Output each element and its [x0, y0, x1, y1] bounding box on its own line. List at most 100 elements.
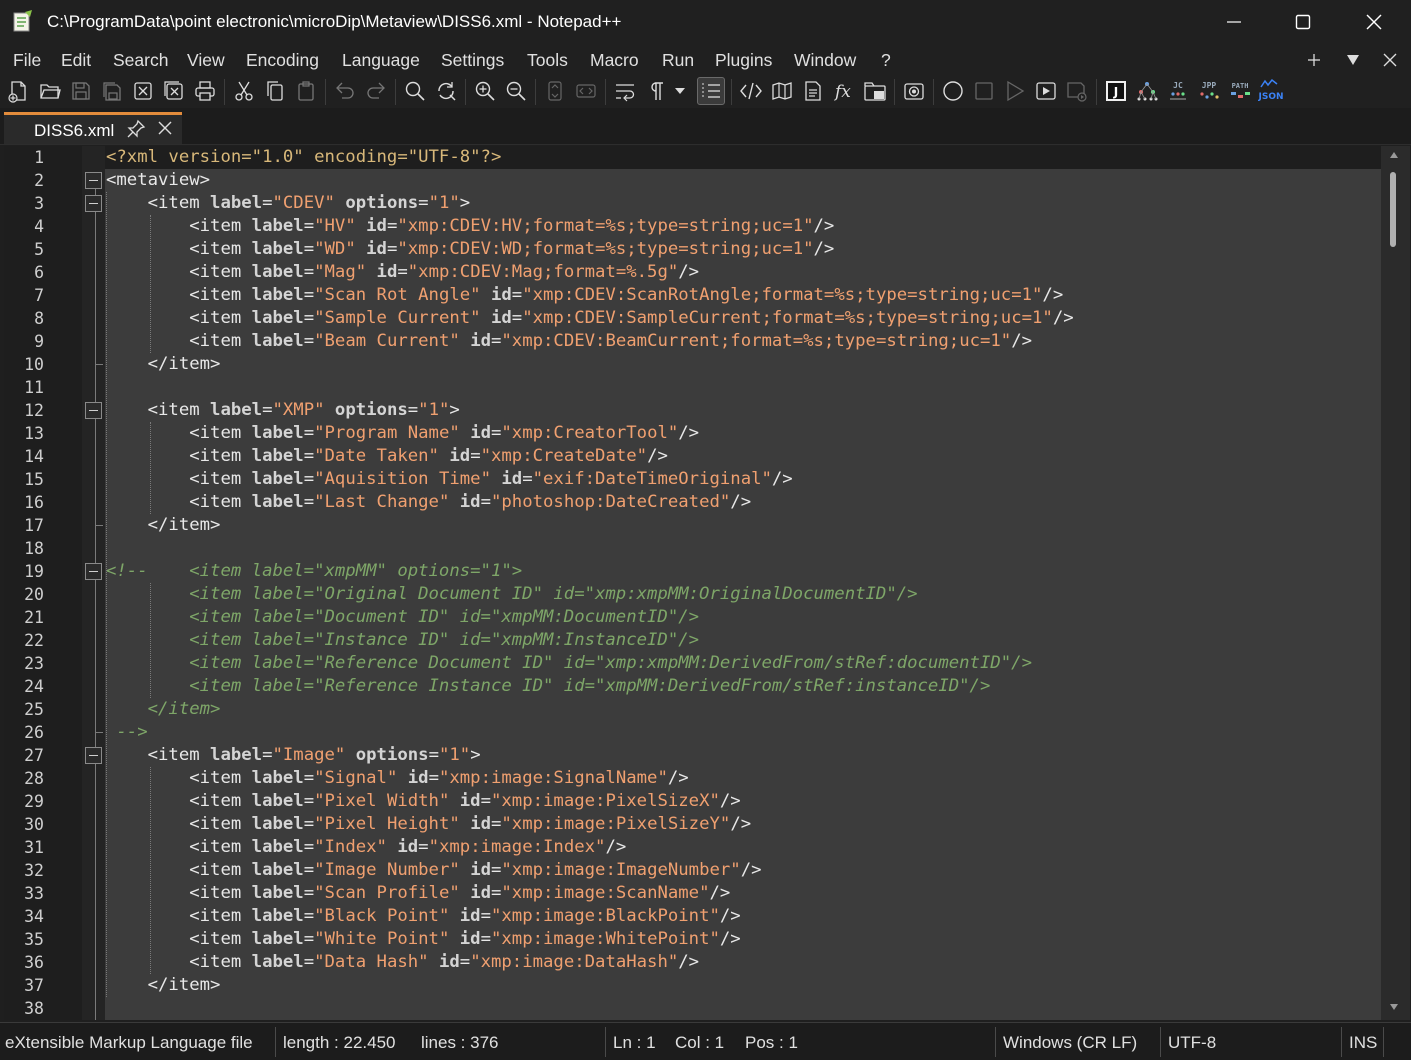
- run-macro-multiple-icon[interactable]: [1032, 77, 1060, 105]
- fold-toggle[interactable]: [85, 747, 102, 764]
- token-val: "xmp:CDEV:ScanRotAngle;format=%s;type=st…: [522, 285, 1043, 305]
- maximize-button[interactable]: [1268, 0, 1338, 44]
- undo-icon[interactable]: [331, 77, 359, 105]
- token-att: label: [251, 331, 304, 351]
- plus-icon[interactable]: [1302, 48, 1326, 72]
- find-icon[interactable]: [401, 77, 429, 105]
- close-window-button[interactable]: [1339, 0, 1409, 44]
- scroll-down-arrow-icon[interactable]: [1390, 1004, 1398, 1010]
- line-number: 11: [24, 378, 44, 397]
- indent-guide-icon[interactable]: [697, 77, 725, 105]
- menu-view[interactable]: View: [187, 50, 225, 71]
- tab-diss6-xml[interactable]: DISS6.xml: [4, 112, 182, 144]
- close-file-icon[interactable]: [129, 77, 157, 105]
- zoom-in-icon[interactable]: [471, 77, 499, 105]
- dropdown-icon[interactable]: [670, 77, 690, 105]
- function-list-icon[interactable]: fx: [830, 77, 858, 105]
- code-line: </item>: [105, 353, 1381, 376]
- copy-icon[interactable]: [261, 77, 289, 105]
- token-tag: [491, 469, 501, 489]
- menu-file[interactable]: File: [13, 50, 41, 71]
- play-macro-icon[interactable]: [1001, 77, 1029, 105]
- record-macro-icon[interactable]: [939, 77, 967, 105]
- replace-icon[interactable]: [432, 77, 460, 105]
- menu-edit[interactable]: Edit: [61, 50, 91, 71]
- token-tag: />: [730, 814, 752, 834]
- menu-help[interactable]: ?: [881, 50, 891, 71]
- token-tag: [449, 929, 459, 949]
- fold-end: [95, 525, 103, 526]
- save-all-icon[interactable]: [98, 77, 126, 105]
- status-eol[interactable]: Windows (CR LF): [1003, 1033, 1137, 1053]
- menu-plugins[interactable]: Plugins: [715, 50, 772, 71]
- path-plugin-icon[interactable]: PATH: [1226, 77, 1254, 105]
- cut-icon[interactable]: [230, 77, 258, 105]
- token-tag: <metaview>: [106, 170, 211, 190]
- xml-tag-icon[interactable]: [737, 77, 765, 105]
- plugin-tree-icon[interactable]: [1133, 77, 1161, 105]
- redo-icon[interactable]: [362, 77, 390, 105]
- jpp-plugin-icon[interactable]: JPP: [1195, 77, 1223, 105]
- fold-margin[interactable]: [82, 146, 105, 1020]
- json-plugin-icon[interactable]: JSON: [1257, 77, 1285, 105]
- zoom-out-icon[interactable]: [502, 77, 530, 105]
- document-map-icon[interactable]: [768, 77, 796, 105]
- line-number: 16: [24, 493, 44, 512]
- menu-window[interactable]: Window: [794, 50, 856, 71]
- jstool-icon[interactable]: J: [1102, 77, 1130, 105]
- menu-search[interactable]: Search: [113, 50, 168, 71]
- jc-plugin-icon[interactable]: JC: [1164, 77, 1192, 105]
- word-wrap-icon[interactable]: [611, 77, 639, 105]
- menu-encoding[interactable]: Encoding: [246, 50, 319, 71]
- code-line-text: <item label="Reference Instance ID" id="…: [105, 676, 990, 696]
- fold-toggle[interactable]: [85, 402, 102, 419]
- menu-macro[interactable]: Macro: [590, 50, 639, 71]
- status-encoding[interactable]: UTF-8: [1168, 1033, 1216, 1053]
- fold-toggle[interactable]: [85, 172, 102, 189]
- vertical-scrollbar[interactable]: [1381, 146, 1410, 1020]
- menu-run[interactable]: Run: [662, 50, 694, 71]
- open-folder-icon[interactable]: [36, 77, 64, 105]
- code-view[interactable]: <?xml version="1.0" encoding="UTF-8"?> <m…: [105, 146, 1381, 1020]
- token-tag: />: [1042, 285, 1064, 305]
- close-all-icon[interactable]: [160, 77, 188, 105]
- show-all-characters-icon[interactable]: [642, 77, 670, 105]
- token-val: "xmp:image:DataHash": [470, 952, 679, 972]
- print-icon[interactable]: [191, 77, 219, 105]
- scroll-up-arrow-icon[interactable]: [1390, 152, 1398, 158]
- fold-toggle[interactable]: [85, 563, 102, 580]
- monitoring-icon[interactable]: [900, 77, 928, 105]
- token-val: "Last Change": [314, 492, 450, 512]
- minimize-button[interactable]: [1199, 0, 1269, 44]
- code-line: <item label="Image" options="1">: [105, 744, 1381, 767]
- paste-icon[interactable]: [292, 77, 320, 105]
- line-number: 23: [24, 654, 44, 673]
- token-tag: [460, 860, 470, 880]
- sync-horizontal-icon[interactable]: [572, 77, 600, 105]
- sync-vertical-icon[interactable]: [541, 77, 569, 105]
- folder-as-workspace-icon[interactable]: [861, 77, 889, 105]
- token-tag: [460, 814, 470, 834]
- menu-language[interactable]: Language: [342, 50, 420, 71]
- pin-icon[interactable]: [126, 119, 146, 139]
- scrollbar-thumb[interactable]: [1390, 172, 1396, 247]
- token-tag: </item>: [106, 354, 221, 374]
- token-tag: <item: [106, 285, 252, 305]
- code-line-text: -->: [105, 722, 147, 742]
- status-insert-mode[interactable]: INS: [1349, 1033, 1377, 1053]
- menu-settings[interactable]: Settings: [441, 50, 504, 71]
- menu-tools[interactable]: Tools: [527, 50, 568, 71]
- dropdown-triangle-icon[interactable]: [1341, 48, 1365, 72]
- close-icon[interactable]: [157, 120, 173, 136]
- token-att: label: [210, 745, 263, 765]
- code-line-text: <item label="Reference Document ID" id="…: [105, 653, 1032, 673]
- close-document-icon[interactable]: [1378, 48, 1402, 72]
- fold-toggle[interactable]: [85, 195, 102, 212]
- line-number: 4: [34, 217, 44, 236]
- editor-area[interactable]: 1 2 3 4 5 6 7 8 9 10 11 12 13 14 15 16 17 18 19 20 21 22 23 24 2…: [4, 146, 1410, 1020]
- stop-macro-icon[interactable]: [970, 77, 998, 105]
- save-macro-icon[interactable]: [1063, 77, 1091, 105]
- new-file-icon[interactable]: [4, 77, 32, 105]
- save-icon[interactable]: [67, 77, 95, 105]
- document-list-icon[interactable]: [799, 77, 827, 105]
